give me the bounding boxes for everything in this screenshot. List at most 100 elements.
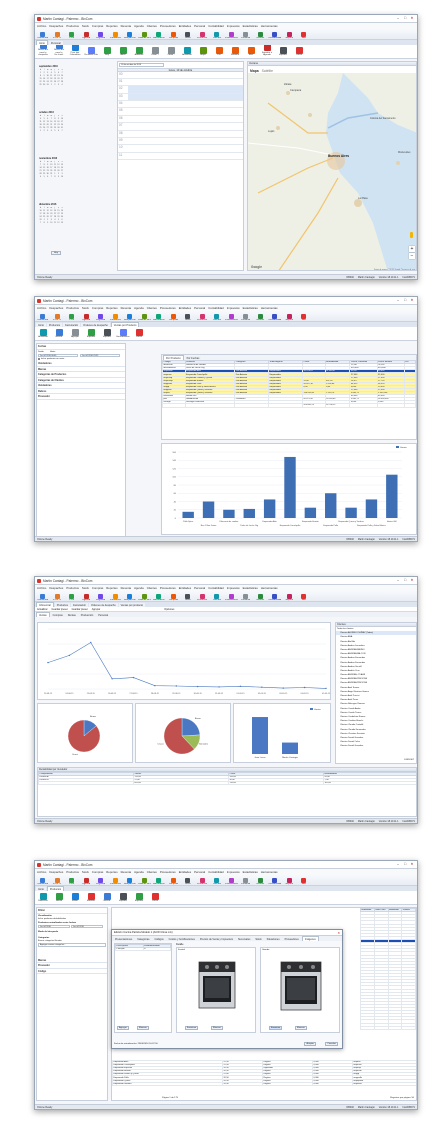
toolbar-agenda-button[interactable]: Agenda — [80, 311, 94, 321]
ribbon-actualizar-button[interactable]: Actualizar — [36, 328, 50, 339]
toolbar-soporte-button[interactable]: Soporte — [283, 591, 297, 601]
minimize-button[interactable]: – — [395, 862, 401, 867]
include-checkbox[interactable] — [38, 358, 40, 360]
menu-item-reportes[interactable]: Reportes — [106, 870, 117, 874]
toolbar-personal-button[interactable]: Personal — [239, 591, 253, 601]
day-cell[interactable]: 2 — [53, 84, 56, 87]
menu-item-reportes[interactable]: Reportes — [106, 24, 117, 28]
disabled-checkbox-label[interactable]: Incluir productos deshabilitados — [38, 918, 106, 920]
tab-produccion[interactable]: Producción — [78, 613, 96, 617]
time-slot[interactable] — [128, 72, 243, 78]
toolbar-logistica-button[interactable]: Logística — [94, 29, 108, 39]
day-cell[interactable]: 10 — [50, 222, 53, 225]
tab-por-fechas[interactable]: Por Fechas — [184, 356, 202, 360]
menu-item-entidades[interactable]: Entidades — [179, 870, 191, 874]
bar[interactable] — [304, 507, 317, 518]
maximize-button[interactable]: □ — [402, 298, 408, 303]
day-cell[interactable]: 7 — [50, 176, 53, 179]
menu-item-compras[interactable]: Compras — [92, 870, 103, 874]
tab-por-producto[interactable]: Por Producto — [163, 355, 184, 360]
menu-item-archivo[interactable]: Archivo — [37, 586, 46, 590]
tab-imagenes[interactable]: Imágenes — [301, 936, 319, 941]
toolbar-acceso-button[interactable]: Acceso — [254, 591, 268, 601]
toolbar-salir-button[interactable]: Salir — [297, 311, 311, 321]
toolbar-contabilidad-button[interactable]: Contabilidad — [268, 875, 282, 885]
table-row[interactable] — [360, 1025, 416, 1030]
menu-item-reportes[interactable]: Reportes — [106, 586, 117, 590]
day-cell[interactable]: 6 — [57, 130, 60, 133]
time-slot-row[interactable]: 02 — [118, 86, 243, 94]
menu-item-proveedores[interactable]: Proveedores — [160, 586, 176, 590]
tab-costos-y-bonificaciones[interactable]: Costos y bonificaciones — [166, 937, 197, 941]
toolbar-acceso-button[interactable]: Acceso — [254, 29, 268, 39]
pie-slice[interactable] — [181, 717, 201, 737]
side-delete-button[interactable]: Eliminar — [295, 1026, 307, 1030]
group-button[interactable]: Agrupar — [92, 608, 101, 611]
time-slot-row[interactable]: 01 — [118, 79, 243, 87]
day-cell[interactable]: 8 — [53, 176, 56, 179]
bar[interactable] — [243, 508, 255, 518]
toolbar-despachos-button[interactable]: Despachos — [123, 591, 137, 601]
menu-item-clientes[interactable]: Clientes — [147, 306, 157, 310]
tab-inicio[interactable]: Inicio — [36, 887, 46, 891]
ribbon-agrupar-button[interactable]: Agrupar — [68, 328, 82, 339]
ribbon-hoy-button[interactable]: Hoy — [100, 46, 114, 57]
filter-group-codigo[interactable]: Código — [37, 969, 107, 974]
toolbar-proveedores-button[interactable]: Proveedores — [225, 591, 239, 601]
toolbar-agenda-button[interactable]: Agenda — [80, 875, 94, 885]
menu-item-reventa[interactable]: Reventa — [121, 586, 131, 590]
toolbar-contabilidad-button[interactable]: Contabilidad — [268, 311, 282, 321]
toolbar-productos-button[interactable]: Productos — [196, 29, 210, 39]
close-button[interactable]: ✕ — [409, 298, 415, 303]
menu-item-contabilidad[interactable]: Contabilidad — [208, 24, 224, 28]
toolbar-clientes-button[interactable]: Clientes — [210, 875, 224, 885]
menu-item-stock[interactable]: Stock — [82, 586, 89, 590]
toolbar-prestamos-button[interactable]: Préstamos — [109, 591, 123, 601]
cancel-button[interactable]: Cancelar — [325, 1042, 338, 1046]
ribbon-exportar-a-agenda-button[interactable]: Exportar a Agenda — [260, 45, 274, 57]
toolbar-contabilidad-button[interactable]: Contabilidad — [268, 591, 282, 601]
image-desc-cell[interactable]: Principal — [115, 947, 144, 952]
minimize-button[interactable]: – — [395, 16, 401, 21]
menu-item-estadisticas[interactable]: Estadísticas — [243, 24, 258, 28]
menu-item-despachos[interactable]: Despachos — [49, 586, 63, 590]
ribbon-imprimir-button[interactable]: Imprimir — [100, 328, 114, 339]
toolbar-pos-ts-button[interactable]: POS TS — [51, 591, 65, 601]
ribbon-imprimir-button[interactable]: Imprimir — [276, 46, 290, 57]
ribbon-herramientas-button[interactable]: Herramientas — [116, 328, 130, 339]
toolbar-pos-button[interactable]: POS — [65, 311, 79, 321]
menu-item-archivo[interactable]: Archivo — [37, 24, 46, 28]
toolbar-agenda-button[interactable]: Agenda — [80, 591, 94, 601]
ribbon-buscar-button[interactable]: Buscar — [100, 892, 114, 903]
toolbar-productos-button[interactable]: Productos — [196, 591, 210, 601]
pegman-icon[interactable] — [410, 232, 413, 238]
ribbon-zoom-button[interactable]: Zoom - — [164, 46, 178, 57]
bar[interactable] — [263, 499, 276, 518]
menu-item-proveedores[interactable]: Proveedores — [160, 306, 176, 310]
toolbar-clientes-button[interactable]: Clientes — [210, 29, 224, 39]
toolbar-facturacion-button[interactable]: Facturación — [152, 311, 166, 321]
toolbar-clientes-button[interactable]: Clientes — [210, 591, 224, 601]
time-slot[interactable] — [128, 108, 243, 114]
menu-item-impuestos[interactable]: Impuestos — [227, 586, 240, 590]
tab-precios-de-venta-y-impuestos[interactable]: Precios de Venta y Impuestos — [197, 937, 235, 941]
map-view[interactable]: Campana Zárate Luján Buenos Aires La Pla… — [248, 73, 416, 270]
tab-facturacion[interactable]: Facturación — [70, 603, 89, 607]
ribbon-cerrar-button[interactable]: Cerrar — [292, 46, 306, 57]
toolbar-pos-ts-button[interactable]: POS TS — [51, 311, 65, 321]
time-slot[interactable] — [128, 86, 243, 93]
bar[interactable] — [182, 511, 194, 518]
day-cell[interactable]: 1 — [50, 84, 53, 87]
save-preset-button[interactable]: Guardar preset — [52, 608, 68, 611]
ribbon-visualizar-feb-button[interactable]: Visualizar Feb — [84, 46, 98, 57]
day-cell[interactable]: 7 — [39, 222, 42, 225]
ribbon-editar-button[interactable]: Editar — [68, 892, 82, 903]
updated-to-field[interactable]: 1er 04 2016 — [71, 924, 103, 928]
tab-ordenes-de-despacho[interactable]: Ordenes de despacho — [81, 323, 110, 327]
toolbar-compras-button[interactable]: Compras — [167, 311, 181, 321]
toolbar-facturacion-button[interactable]: Facturación — [152, 591, 166, 601]
ribbon-exportar-button[interactable]: Exportar — [132, 892, 146, 903]
day-cell[interactable]: 3 — [46, 130, 49, 133]
default-checkbox-cell[interactable]: ☑ — [142, 947, 171, 952]
categories-checkbox[interactable]: Buscar categorías filtradas — [38, 940, 106, 942]
